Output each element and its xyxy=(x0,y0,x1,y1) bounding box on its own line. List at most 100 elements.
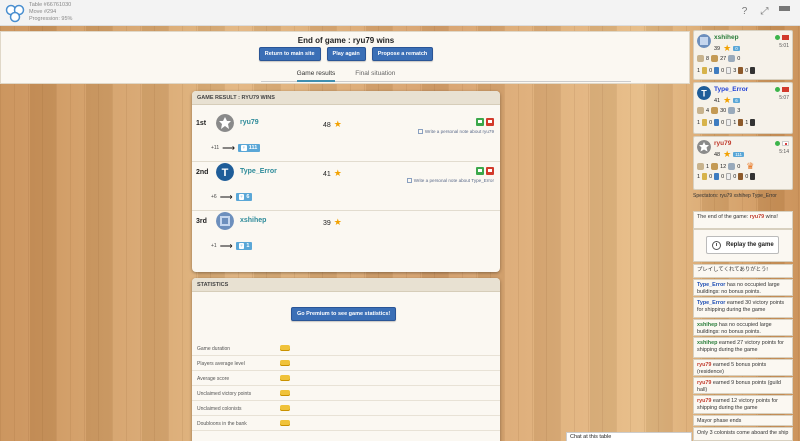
propose-rematch-button[interactable]: Propose a rematch xyxy=(371,47,434,61)
stat-label: Average score xyxy=(197,376,230,382)
star-icon: ★ xyxy=(723,95,732,105)
avatar[interactable] xyxy=(697,34,711,48)
personal-note[interactable]: Write a personal note about Type_Error xyxy=(406,178,494,183)
replay-game-button[interactable]: Replay the game xyxy=(706,236,779,254)
note-label: Write a personal note about Type_Error xyxy=(413,178,494,183)
result-row: 2nd T Type_Error 41 ★ Write a personal n… xyxy=(192,162,500,211)
log-text: プレイしてくれてありがとう! xyxy=(697,267,768,273)
goods-count: 0 xyxy=(709,119,713,126)
arrow-right-icon: ⟶ xyxy=(222,143,236,153)
score: 48 ★ xyxy=(323,119,342,130)
player-name[interactable]: ryu79 xyxy=(240,119,259,126)
top-icons: ? ⤢ xyxy=(739,6,790,17)
log-entry: ryu79 earned 9 bonus points (guild hall) xyxy=(693,377,793,394)
end-of-game-panel: End of game : ryu79 wins Return to main … xyxy=(0,31,690,84)
rank: 3rd xyxy=(196,218,207,225)
bga-logo-icon[interactable] xyxy=(5,3,25,23)
stat-label: Unclaimed victory points xyxy=(197,391,252,397)
thumbs-down-icon[interactable] xyxy=(486,118,494,126)
player-name[interactable]: xshihep xyxy=(240,217,266,224)
chat-tab[interactable]: Chat at this table xyxy=(566,432,692,441)
result-tabs: Game results Final situation xyxy=(1,70,691,82)
elo-badge: ♆ 1 xyxy=(235,242,253,250)
log-player[interactable]: ryu79 xyxy=(750,214,764,220)
elo-value: 1 xyxy=(246,243,250,249)
elo-value: 111 xyxy=(248,145,258,151)
avatar[interactable] xyxy=(216,114,234,132)
return-to-main-site-button[interactable]: Return to main site xyxy=(258,47,321,61)
avatar[interactable] xyxy=(216,212,234,230)
log-player[interactable]: ryu79 xyxy=(697,380,711,386)
clock-icon xyxy=(712,240,721,250)
player-score-line: 41 ★ 6 xyxy=(714,95,740,106)
chat-label: Chat at this table xyxy=(570,434,612,440)
log-text: Mayor phase ends xyxy=(697,418,742,424)
elo-delta: +11 xyxy=(211,145,220,151)
goods-count: 0 xyxy=(745,173,749,180)
player-name[interactable]: xshihep xyxy=(714,34,739,41)
fullscreen-icon[interactable]: ⤢ xyxy=(759,6,770,17)
log-player[interactable]: xshihep xyxy=(697,322,717,328)
note-checkbox[interactable] xyxy=(417,129,423,134)
country-flag-icon xyxy=(782,141,789,146)
premium-lock-icon xyxy=(280,390,290,396)
player-name[interactable]: ryu79 xyxy=(714,140,731,147)
stat-label: Doubloons in the bank xyxy=(197,421,247,427)
help-icon[interactable]: ? xyxy=(739,6,750,17)
corn-icon xyxy=(702,119,708,126)
star-icon: ★ xyxy=(333,168,342,178)
doubloon-icon xyxy=(728,55,736,62)
score-value: 48 xyxy=(323,122,331,129)
go-premium-button[interactable]: Go Premium to see game statistics! xyxy=(291,307,397,321)
rank: 2nd xyxy=(196,169,209,176)
goods-count: 0 xyxy=(733,173,737,180)
player-resources-line: 4 30 3 xyxy=(697,107,740,114)
log-player[interactable]: Type_Error xyxy=(697,282,725,288)
log-player[interactable]: xshihep xyxy=(697,340,717,346)
note-checkbox[interactable] xyxy=(406,178,412,183)
elo-delta: +6 xyxy=(211,194,217,200)
avatar[interactable]: T xyxy=(216,163,234,181)
avatar[interactable]: T xyxy=(697,86,711,100)
online-status-icon xyxy=(775,87,780,92)
player-name[interactable]: Type_Error xyxy=(714,86,748,93)
vp-chip-icon xyxy=(711,107,719,114)
thumbs-up-icon[interactable] xyxy=(476,167,484,175)
tab-game-results[interactable]: Game results xyxy=(296,70,336,82)
colonist-icon xyxy=(697,163,704,170)
log-entry: Only 3 colonists come aboard the ship xyxy=(693,427,793,441)
premium-lock-icon xyxy=(280,345,290,351)
svg-text:T: T xyxy=(701,89,707,99)
player-board-xshihep: xshihep 5:01 39 ★ 0 8 27 0 1 0 0 3 0 xyxy=(693,30,793,80)
thumbs-up-icon[interactable] xyxy=(476,118,484,126)
menu-icon[interactable] xyxy=(779,6,790,17)
vp-chip-count: 30 xyxy=(720,107,727,114)
play-again-button[interactable]: Play again xyxy=(326,47,366,61)
replay-label: Replay the game xyxy=(726,242,774,248)
premium-lock-icon xyxy=(280,375,290,381)
tobacco-icon xyxy=(738,119,744,126)
avatar[interactable] xyxy=(697,140,711,154)
log-player[interactable]: Type_Error xyxy=(697,300,725,306)
log-text: Only 3 colonists come aboard the ship xyxy=(697,430,789,436)
statistics-card: STATISTICS Go Premium to see game statis… xyxy=(192,278,500,441)
doubloon-icon xyxy=(728,107,736,114)
player-goods-line: 1 0 0 0 0 xyxy=(697,173,756,180)
player-name[interactable]: Type_Error xyxy=(240,168,277,175)
top-bar: Table #66761030 Move #294 Progression: 9… xyxy=(0,0,800,26)
player-board-ryu79: ryu79 5:14 48 ★ 111 1 12 0 ♛ 1 0 0 0 0 xyxy=(693,136,793,190)
coffee-icon xyxy=(750,67,756,74)
tobacco-icon xyxy=(738,173,744,180)
thumbs-down-icon[interactable] xyxy=(486,167,494,175)
stat-label: Unclaimed colonists xyxy=(197,406,242,412)
governor-icon: ♛ xyxy=(746,161,755,171)
log-player[interactable]: ryu79 xyxy=(697,362,711,368)
note-label: Write a personal note about ryu79 xyxy=(424,129,494,134)
tab-final-situation[interactable]: Final situation xyxy=(355,70,395,82)
personal-note[interactable]: Write a personal note about ryu79 xyxy=(406,129,494,134)
log-player[interactable]: ryu79 xyxy=(697,398,711,404)
goods-count: 0 xyxy=(709,173,713,180)
doubloon-icon xyxy=(728,163,736,170)
score-value: 41 xyxy=(323,171,331,178)
goods-count: 1 xyxy=(745,119,749,126)
